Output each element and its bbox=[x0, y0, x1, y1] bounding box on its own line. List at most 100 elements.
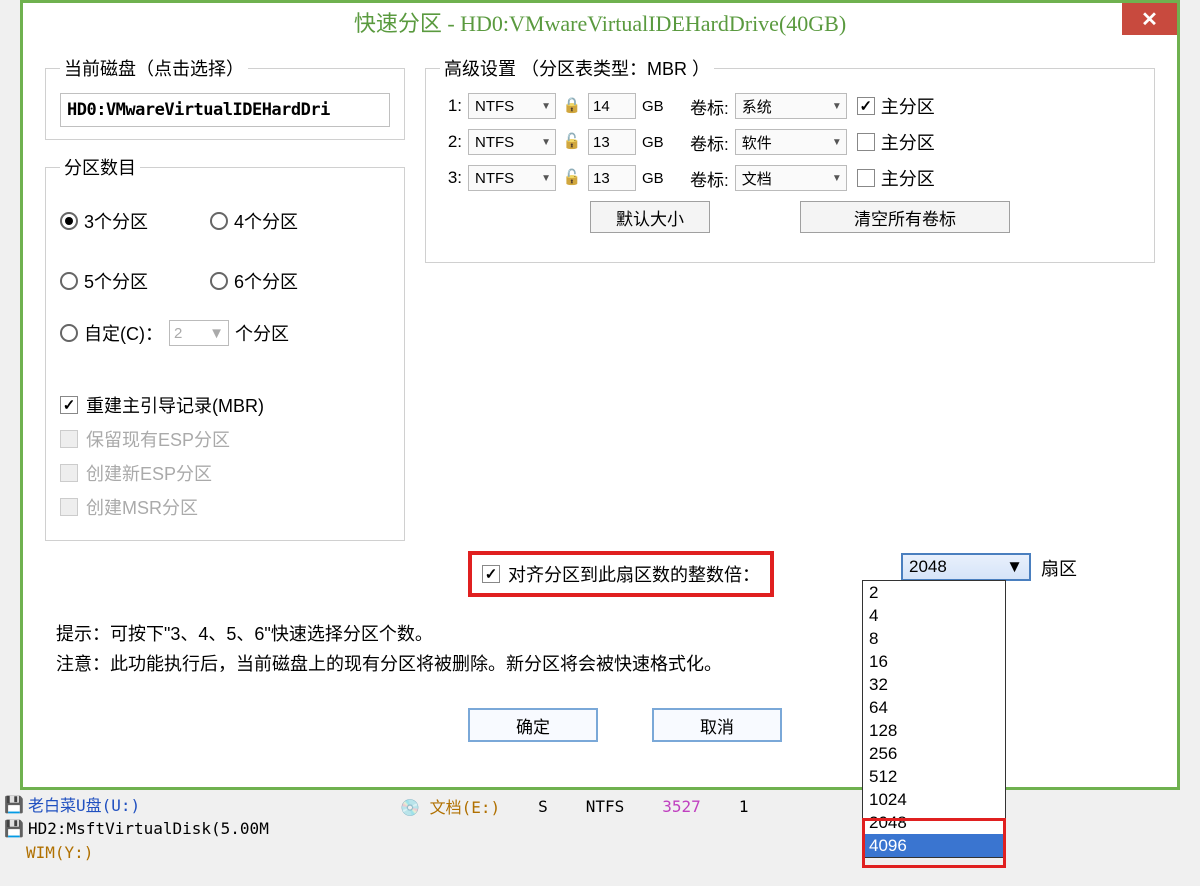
primary-checkbox[interactable] bbox=[857, 169, 875, 187]
radio-icon bbox=[210, 212, 228, 230]
bg-cell: 1 bbox=[721, 794, 767, 818]
bg-cell: 3527 bbox=[644, 794, 719, 818]
radio-icon bbox=[210, 272, 228, 290]
volume-name-select[interactable]: 软件 ▼ bbox=[735, 129, 847, 155]
radio-4-partitions[interactable]: 4个分区 bbox=[210, 206, 360, 236]
clear-labels-button[interactable]: 清空所有卷标 bbox=[800, 201, 1010, 233]
row-index: 2: bbox=[440, 132, 462, 152]
size-unit: GB bbox=[642, 134, 670, 151]
radio-3-partitions[interactable]: 3个分区 bbox=[60, 206, 210, 236]
primary-label: 主分区 bbox=[881, 93, 935, 119]
sector-option[interactable]: 64 bbox=[863, 696, 1005, 719]
radio-icon bbox=[60, 324, 78, 342]
radio-grid: 3个分区 4个分区 5个分区 6个分区 bbox=[60, 192, 390, 308]
bg-row: WIM(Y:) bbox=[0, 840, 1200, 864]
volume-name-select[interactable]: 文档▼ bbox=[735, 165, 847, 191]
sector-option[interactable]: 4096 bbox=[863, 834, 1005, 857]
lock-icon[interactable]: 🔓 bbox=[562, 168, 582, 188]
partition-row: 2:NTFS▼🔓GB卷标:软件▼主分区 bbox=[440, 129, 1140, 155]
background-app: 💾 老白菜U盘(U:) 💾 HD2:MsftVirtualDisk(5.00M … bbox=[0, 792, 1200, 886]
lock-icon[interactable]: 🔓 bbox=[562, 132, 582, 152]
bg-table: 💿 文档(E:) S NTFS 3527 1 bbox=[380, 792, 768, 820]
checkbox-icon bbox=[482, 565, 500, 583]
sector-option[interactable]: 2 bbox=[863, 581, 1005, 604]
filesystem-select[interactable]: NTFS ▼ bbox=[468, 165, 556, 191]
disk-icon: 💾 bbox=[4, 819, 28, 838]
fs-value: NTFS bbox=[475, 170, 514, 187]
chk-label: 创建MSR分区 bbox=[86, 494, 198, 520]
chevron-down-icon: ▼ bbox=[541, 173, 551, 184]
top-area: 当前磁盘（点击选择） HD0:VMwareVirtualIDEHardDri 分… bbox=[45, 55, 1155, 555]
current-disk-value: HD0:VMwareVirtualIDEHardDri bbox=[67, 100, 330, 120]
bg-cell: S bbox=[520, 794, 566, 818]
sector-align-select[interactable]: 2048 ▼ bbox=[901, 553, 1031, 581]
vol-value: 软件 bbox=[742, 132, 772, 153]
radio-custom-partitions[interactable]: 自定(C)： 2 ▼ 个分区 bbox=[60, 318, 390, 348]
radio-6-partitions[interactable]: 6个分区 bbox=[210, 266, 360, 296]
sector-option[interactable]: 16 bbox=[863, 650, 1005, 673]
sector-option[interactable]: 4 bbox=[863, 604, 1005, 627]
custom-count-value: 2 bbox=[174, 325, 182, 342]
partition-rows: 1:NTFS▼🔒GB卷标:系统▼主分区2:NTFS▼🔓GB卷标:软件▼主分区3:… bbox=[440, 93, 1140, 191]
sector-option[interactable]: 1024 bbox=[863, 788, 1005, 811]
size-unit: GB bbox=[642, 170, 670, 187]
bg-text: 老白菜U盘(U:) bbox=[28, 792, 140, 816]
current-disk-select[interactable]: HD0:VMwareVirtualIDEHardDri bbox=[60, 93, 390, 127]
ok-button[interactable]: 确定 bbox=[468, 708, 598, 742]
custom-suffix: 个分区 bbox=[235, 320, 289, 346]
radio-5-partitions[interactable]: 5个分区 bbox=[60, 266, 210, 296]
radio-icon bbox=[60, 212, 78, 230]
align-partition-checkbox[interactable]: 对齐分区到此扇区数的整数倍： bbox=[468, 551, 774, 597]
filesystem-select[interactable]: NTFS▼ bbox=[468, 129, 556, 155]
chevron-down-icon: ▼ bbox=[832, 137, 842, 148]
radio-label: 自定(C)： bbox=[84, 320, 163, 346]
volume-name-select[interactable]: 系统▼ bbox=[735, 93, 847, 119]
volume-label-text: 卷标: bbox=[690, 166, 729, 191]
close-icon: ✕ bbox=[1141, 7, 1158, 32]
partition-row: 3:NTFS▼🔓GB卷标:文档▼主分区 bbox=[440, 165, 1140, 191]
sector-unit-label: 扇区 bbox=[1041, 555, 1077, 581]
sector-option[interactable]: 512 bbox=[863, 765, 1005, 788]
checkbox-icon bbox=[60, 464, 78, 482]
primary-label: 主分区 bbox=[881, 129, 935, 155]
bg-table-row: 💿 文档(E:) S NTFS 3527 1 bbox=[382, 794, 766, 818]
hint-text: 提示：可按下"3、4、5、6"快速选择分区个数。 注意：此功能执行后，当前磁盘上… bbox=[56, 619, 722, 679]
chevron-down-icon: ▼ bbox=[1006, 557, 1023, 577]
chevron-down-icon: ▼ bbox=[541, 101, 551, 112]
chk-label: 创建新ESP分区 bbox=[86, 460, 212, 486]
size-unit: GB bbox=[642, 98, 670, 115]
radio-label: 4个分区 bbox=[234, 208, 298, 234]
radio-label: 6个分区 bbox=[234, 268, 298, 294]
new-esp-checkbox: 创建新ESP分区 bbox=[60, 460, 390, 486]
bg-cell: 文档(E:) bbox=[430, 798, 501, 817]
size-input[interactable] bbox=[588, 129, 636, 155]
primary-checkbox[interactable] bbox=[857, 97, 875, 115]
chevron-down-icon: ▼ bbox=[832, 173, 842, 184]
lock-icon[interactable]: 🔒 bbox=[562, 96, 582, 116]
size-input[interactable] bbox=[588, 93, 636, 119]
sector-option[interactable]: 2048 bbox=[863, 811, 1005, 834]
fs-value: NTFS bbox=[475, 98, 514, 115]
sector-option[interactable]: 32 bbox=[863, 673, 1005, 696]
cancel-button[interactable]: 取消 bbox=[652, 708, 782, 742]
filesystem-select[interactable]: NTFS ▼ bbox=[468, 93, 556, 119]
size-input[interactable] bbox=[588, 165, 636, 191]
current-disk-group: 当前磁盘（点击选择） HD0:VMwareVirtualIDEHardDri bbox=[45, 55, 405, 140]
primary-checkbox[interactable] bbox=[857, 133, 875, 151]
sector-option[interactable]: 128 bbox=[863, 719, 1005, 742]
rebuild-mbr-checkbox[interactable]: 重建主引导记录(MBR) bbox=[60, 392, 390, 418]
row-index: 1: bbox=[440, 96, 462, 116]
dialog-button-row: 确定 取消 bbox=[468, 708, 782, 742]
chk-label: 重建主引导记录(MBR) bbox=[86, 392, 264, 418]
right-column: 高级设置 （分区表类型：MBR ） 1:NTFS▼🔒GB卷标:系统▼主分区2:N… bbox=[425, 55, 1155, 555]
sector-option[interactable]: 256 bbox=[863, 742, 1005, 765]
sector-option[interactable]: 8 bbox=[863, 627, 1005, 650]
default-size-button[interactable]: 默认大小 bbox=[590, 201, 710, 233]
sector-dropdown-list[interactable]: 248163264128256512102420484096 bbox=[862, 580, 1006, 858]
adv-buttons: 默认大小 清空所有卷标 bbox=[590, 201, 1140, 233]
current-disk-legend: 当前磁盘（点击选择） bbox=[60, 55, 248, 81]
chk-label: 保留现有ESP分区 bbox=[86, 426, 230, 452]
custom-count-select[interactable]: 2 ▼ bbox=[169, 320, 229, 346]
left-column: 当前磁盘（点击选择） HD0:VMwareVirtualIDEHardDri 分… bbox=[45, 55, 405, 555]
close-button[interactable]: ✕ bbox=[1122, 3, 1177, 35]
